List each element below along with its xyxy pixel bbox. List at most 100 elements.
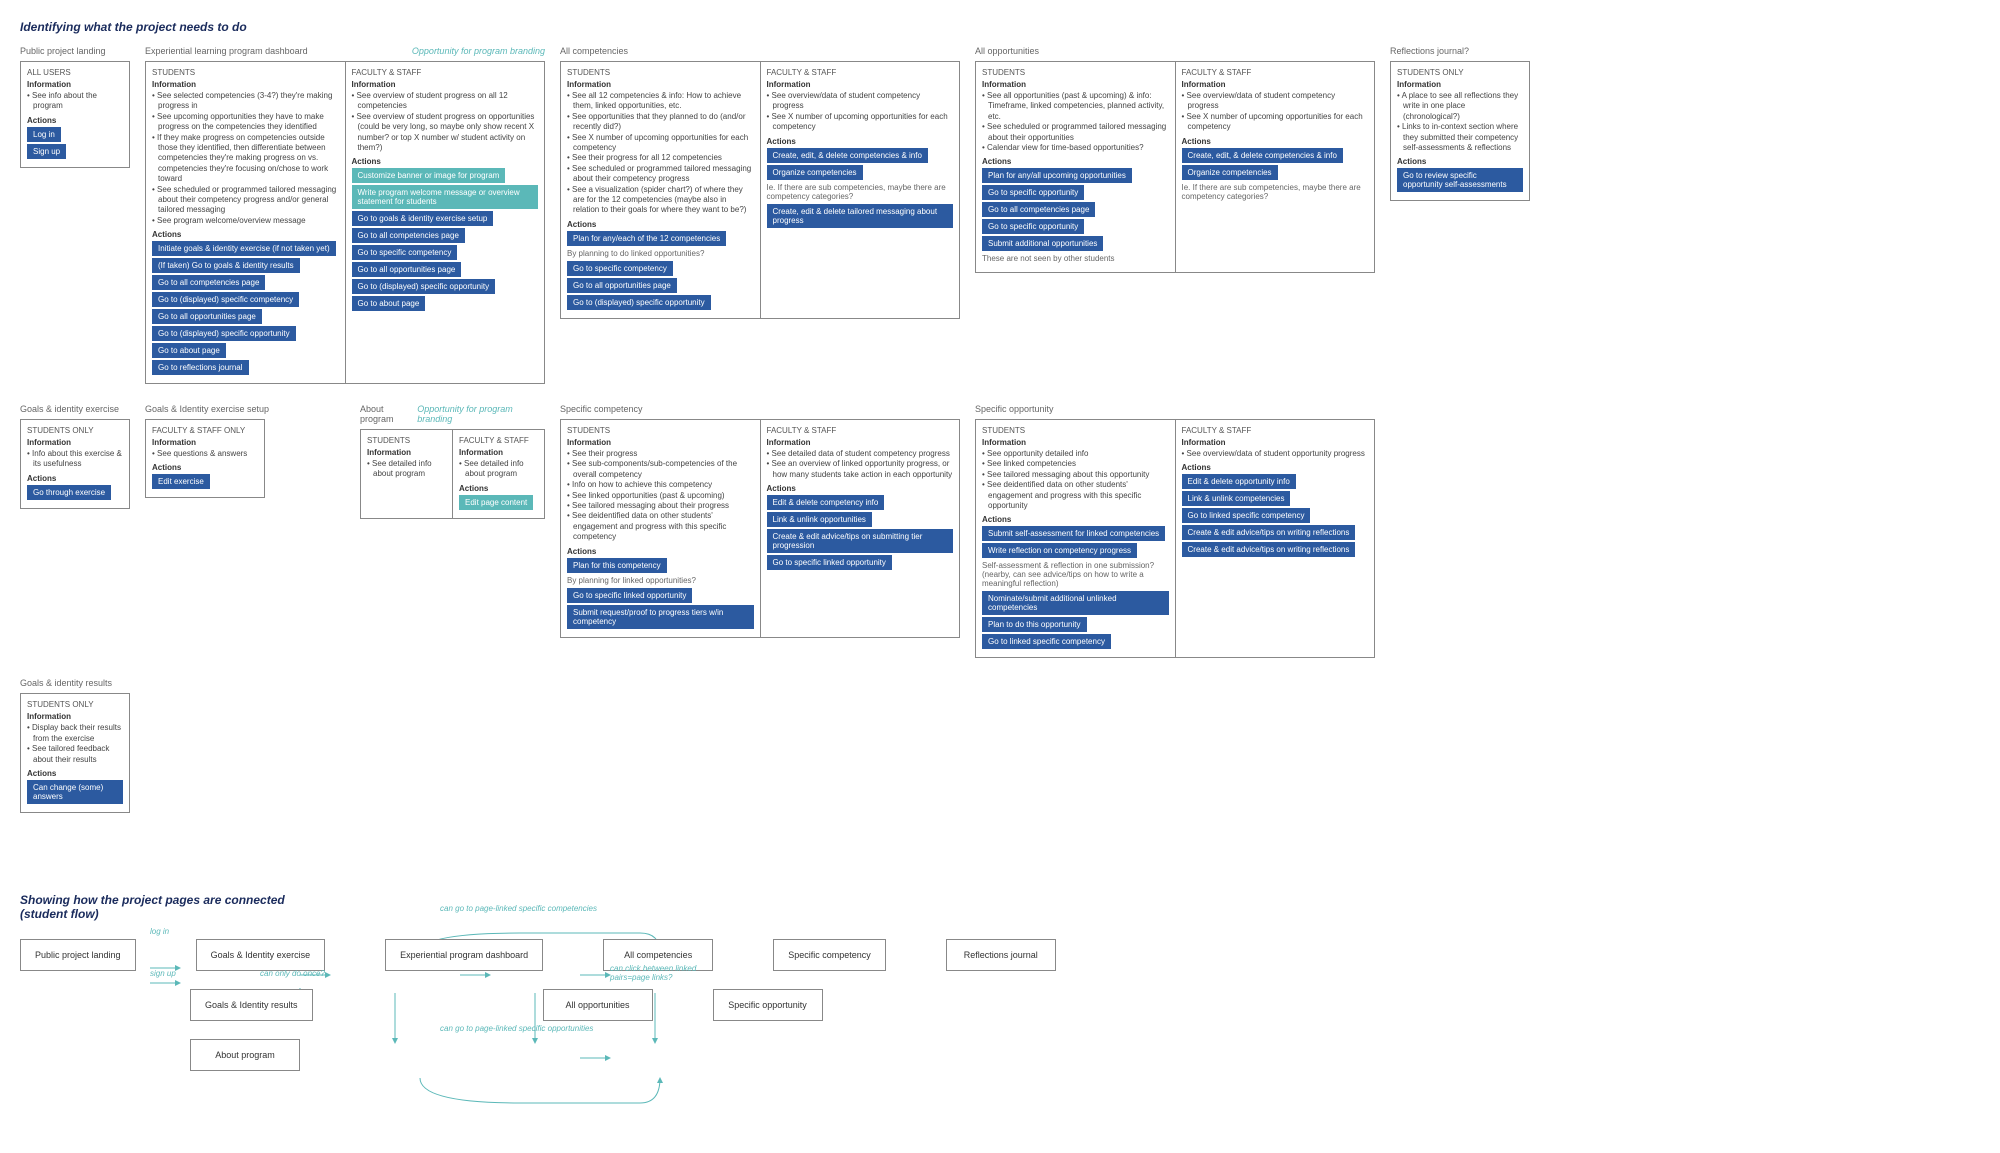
info-item: See scheduled or programmed tailored mes… xyxy=(982,122,1169,143)
btn[interactable]: Submit request/proof to progress tiers w… xyxy=(567,605,754,629)
card-group-spec-opp: STUDENTS Information See opportunity det… xyxy=(975,419,1375,658)
btn[interactable]: Go to all competencies page xyxy=(982,202,1095,217)
note: By planning to do linked opportunities? xyxy=(567,249,754,258)
info-list: See overview/data of student competency … xyxy=(767,91,954,133)
btn[interactable]: Go to linked specific competency xyxy=(982,634,1111,649)
btn[interactable]: Edit exercise xyxy=(152,474,210,489)
info-list: See all opportunities (past & upcoming) … xyxy=(982,91,1169,153)
btn[interactable]: Go to reflections journal xyxy=(152,360,249,375)
btn[interactable]: Go to specific linked opportunity xyxy=(767,555,892,570)
flow-box-reflections: Reflections journal xyxy=(946,939,1056,971)
info-item: A place to see all reflections they writ… xyxy=(1397,91,1523,122)
col-goals-exercise: Goals & identity exercise STUDENTS ONLY … xyxy=(20,404,130,509)
info-item: See deidentified data on other students'… xyxy=(982,480,1169,511)
btn[interactable]: Customize banner or image for program xyxy=(352,168,506,183)
role: STUDENTS ONLY xyxy=(27,700,123,709)
btn[interactable]: Go to specific competency xyxy=(567,261,673,276)
info-item: See detailed data of student competency … xyxy=(767,449,954,459)
btn[interactable]: Edit & delete competency info xyxy=(767,495,885,510)
info-item: See tailored messaging about their progr… xyxy=(567,501,754,511)
card-dashboard-faculty: FACULTY & STAFF Information See overview… xyxy=(345,61,546,384)
subhead-info: Information xyxy=(1182,438,1369,447)
btn[interactable]: Create, edit, & delete competencies & in… xyxy=(767,148,928,163)
btn[interactable]: Go through exercise xyxy=(27,485,111,500)
btn[interactable]: Go to (displayed) specific opportunity xyxy=(567,295,711,310)
btn[interactable]: Plan to do this opportunity xyxy=(982,617,1087,632)
btn-login[interactable]: Log in xyxy=(27,127,61,142)
subhead-info: Information xyxy=(352,80,539,89)
btn[interactable]: Go to (displayed) specific opportunity xyxy=(152,326,296,341)
btn[interactable]: Edit & delete opportunity info xyxy=(1182,474,1296,489)
btn[interactable]: Plan for any/all upcoming opportunities xyxy=(982,168,1132,183)
btn[interactable]: Go to all opportunities page xyxy=(352,262,462,277)
btn[interactable]: Go to specific linked opportunity xyxy=(567,588,692,603)
btn[interactable]: Go to (displayed) specific competency xyxy=(152,292,299,307)
btn[interactable]: Nominate/submit additional unlinked comp… xyxy=(982,591,1169,615)
card-opp-students: STUDENTS Information See all opportuniti… xyxy=(975,61,1175,273)
btn[interactable]: Go to all competencies page xyxy=(352,228,465,243)
btn[interactable]: Can change (some) answers xyxy=(27,780,123,804)
btn[interactable]: Go to all opportunities page xyxy=(152,309,262,324)
role: FACULTY & STAFF xyxy=(459,436,538,445)
btn[interactable]: Plan for this competency xyxy=(567,558,667,573)
btn[interactable]: Initiate goals & identity exercise (if n… xyxy=(152,241,336,256)
btn[interactable]: Create & edit advice/tips on submitting … xyxy=(767,529,954,553)
subhead-actions: Actions xyxy=(982,515,1169,524)
card-group-opportunities: STUDENTS Information See all opportuniti… xyxy=(975,61,1375,273)
info-item: See a visualization (spider chart?) of w… xyxy=(567,185,754,216)
btn[interactable]: Go to specific competency xyxy=(352,245,458,260)
btn[interactable]: Go to about page xyxy=(152,343,226,358)
btn[interactable]: Submit additional opportunities xyxy=(982,236,1103,251)
btn[interactable]: Plan for any/each of the 12 competencies xyxy=(567,231,726,246)
col-title-dashboard: Experiential learning program dashboard xyxy=(145,46,308,56)
info-item: See scheduled or programmed tailored mes… xyxy=(567,164,754,185)
info-item: See sub-components/sub-competencies of t… xyxy=(567,459,754,480)
btn[interactable]: Go to goals & identity exercise setup xyxy=(352,211,494,226)
card-goals-exercise: STUDENTS ONLY Information Info about thi… xyxy=(20,419,130,509)
btn[interactable]: (If taken) Go to goals & identity result… xyxy=(152,258,300,273)
btn[interactable]: Go to all competencies page xyxy=(152,275,265,290)
col-title: All competencies xyxy=(560,46,960,56)
btn[interactable]: Go to specific opportunity xyxy=(982,219,1084,234)
btn[interactable]: Edit page content xyxy=(459,495,533,510)
info-item: Links to in-context section where they s… xyxy=(1397,122,1523,153)
btn[interactable]: Go to all opportunities page xyxy=(567,278,677,293)
btn[interactable]: Write program welcome message or overvie… xyxy=(352,185,539,209)
btn[interactable]: Go to linked specific competency xyxy=(1182,508,1311,523)
info-list: Info about this exercise & its usefulnes… xyxy=(27,449,123,470)
btn[interactable]: Go to (displayed) specific opportunity xyxy=(352,279,496,294)
btn[interactable]: Organize competencies xyxy=(1182,165,1278,180)
btn[interactable]: Submit self-assessment for linked compet… xyxy=(982,526,1165,541)
btn[interactable]: Organize competencies xyxy=(767,165,863,180)
flow-box-dashboard: Experiential program dashboard xyxy=(385,939,543,971)
flow-section: Showing how the project pages are connec… xyxy=(20,893,1980,1071)
col-spec-comp: Specific competency STUDENTS Information… xyxy=(560,404,960,638)
btn-signup[interactable]: Sign up xyxy=(27,144,66,159)
btn[interactable]: Go to specific opportunity xyxy=(982,185,1084,200)
btn[interactable]: Create & edit advice/tips on writing ref… xyxy=(1182,525,1356,540)
btn[interactable]: Go to about page xyxy=(352,296,426,311)
role: STUDENTS ONLY xyxy=(1397,68,1523,77)
info-item: See deidentified data on other students'… xyxy=(567,511,754,542)
role: FACULTY & STAFF xyxy=(767,68,954,77)
subhead-info: Information xyxy=(767,438,954,447)
flow-row-1: log in sign up can go to page-linked spe… xyxy=(20,939,1980,971)
subhead-info: Information xyxy=(567,80,754,89)
subhead-info: Information xyxy=(767,80,954,89)
col-title-landing: Public project landing xyxy=(20,46,130,56)
btn[interactable]: Create & edit advice/tips on writing ref… xyxy=(1182,542,1356,557)
btn[interactable]: Go to review specific opportunity self-a… xyxy=(1397,168,1523,192)
card-opp-faculty: FACULTY & STAFF Information See overview… xyxy=(1175,61,1376,273)
btn[interactable]: Link & unlink competencies xyxy=(1182,491,1291,506)
role: STUDENTS xyxy=(982,426,1169,435)
btn[interactable]: Write reflection on competency progress xyxy=(982,543,1137,558)
btn[interactable]: Link & unlink opportunities xyxy=(767,512,872,527)
col-dashboard: Experiential learning program dashboard … xyxy=(145,46,545,384)
info-list: See selected competencies (3-4?) they're… xyxy=(152,91,339,226)
btn[interactable]: Create, edit, & delete competencies & in… xyxy=(1182,148,1343,163)
info-list: See overview/data of student opportunity… xyxy=(1182,449,1369,459)
flow-label: can click between linked pairs=page link… xyxy=(610,964,710,982)
info-item: See X number of upcoming opportunities f… xyxy=(1182,112,1369,133)
info-item: See X number of upcoming opportunities f… xyxy=(567,133,754,154)
btn[interactable]: Create, edit & delete tailored messaging… xyxy=(767,204,954,228)
